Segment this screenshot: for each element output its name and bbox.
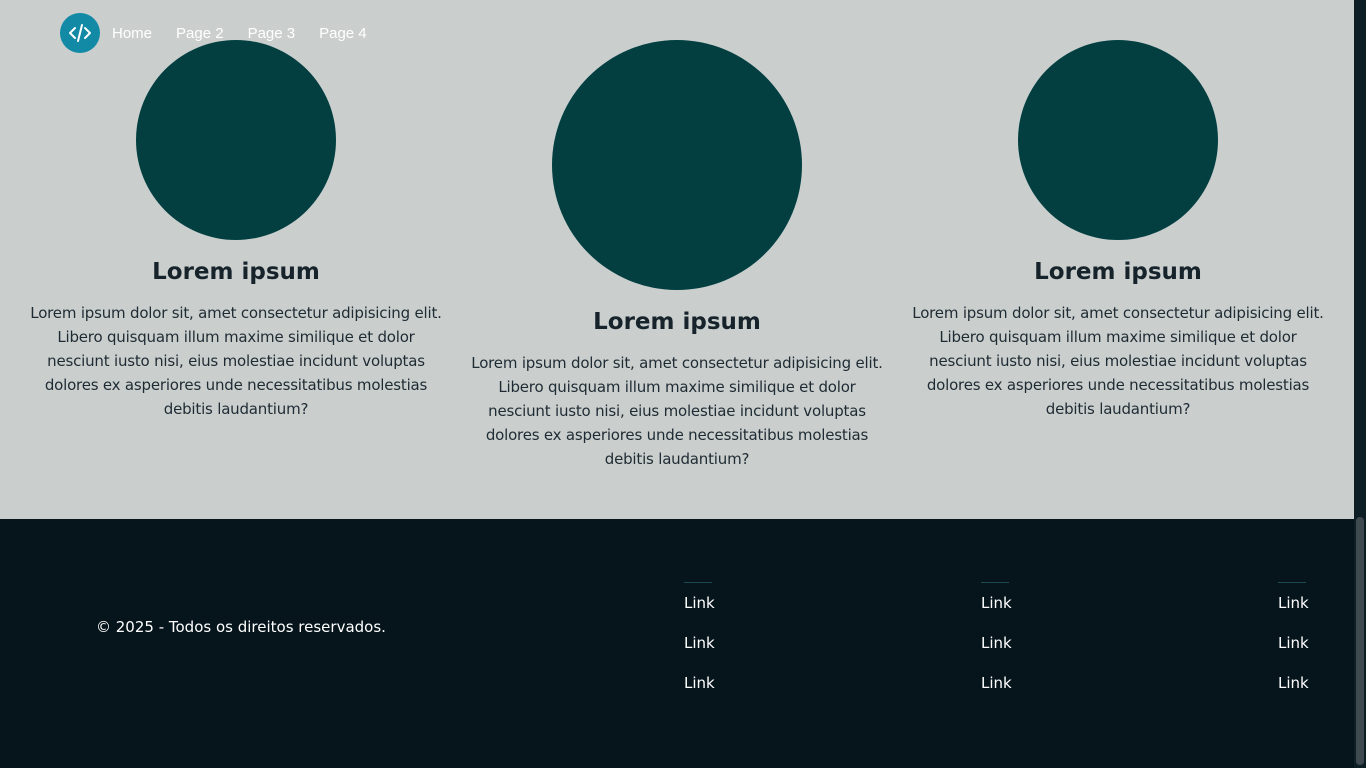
column-divider [684, 582, 712, 583]
column-divider [981, 582, 1009, 583]
page: Home Page 2 Page 3 Page 4 Lorem ipsum Lo… [0, 0, 1354, 768]
footer-link[interactable]: Link [684, 635, 715, 651]
card-image-placeholder [136, 40, 336, 240]
nav-item-home[interactable]: Home [112, 25, 152, 42]
footer-link[interactable]: Link [1278, 635, 1309, 651]
footer-link[interactable]: Link [981, 595, 1012, 611]
footer-link[interactable]: Link [981, 675, 1012, 691]
nav-item-page-2[interactable]: Page 2 [176, 25, 224, 42]
card-text: Lorem ipsum dolor sit, amet consectetur … [471, 354, 883, 468]
footer: © 2025 - Todos os direitos reservados. L… [0, 519, 1354, 768]
main-content: Home Page 2 Page 3 Page 4 Lorem ipsum Lo… [0, 0, 1354, 519]
feature-card: Lorem ipsum Lorem ipsum dolor sit, amet … [28, 40, 444, 421]
code-icon [69, 24, 91, 42]
footer-link-column: Link Link Link [981, 582, 1012, 715]
footer-link-column: Link Link Link [1278, 582, 1309, 715]
card-title: Lorem ipsum [1034, 259, 1202, 285]
card-image-placeholder [1018, 40, 1218, 240]
scrollbar-thumb[interactable] [1356, 517, 1364, 765]
feature-card: Lorem ipsum Lorem ipsum dolor sit, amet … [910, 40, 1326, 421]
footer-link[interactable]: Link [981, 635, 1012, 651]
nav-item-page-4[interactable]: Page 4 [319, 25, 367, 42]
card-text: Lorem ipsum dolor sit, amet consectetur … [912, 304, 1324, 418]
copyright-text: © 2025 - Todos os direitos reservados. [96, 618, 386, 636]
footer-link[interactable]: Link [1278, 595, 1309, 611]
feature-card: Lorem ipsum Lorem ipsum dolor sit, amet … [469, 40, 885, 471]
card-title: Lorem ipsum [593, 309, 761, 335]
top-nav: Home Page 2 Page 3 Page 4 [60, 13, 391, 53]
vertical-scrollbar[interactable] [1354, 0, 1366, 768]
nav-item-page-3[interactable]: Page 3 [248, 25, 296, 42]
card-text: Lorem ipsum dolor sit, amet consectetur … [30, 304, 442, 418]
footer-link[interactable]: Link [1278, 675, 1309, 691]
logo[interactable] [60, 13, 100, 53]
footer-link[interactable]: Link [684, 595, 715, 611]
footer-link[interactable]: Link [684, 675, 715, 691]
column-divider [1278, 582, 1306, 583]
card-image-placeholder [552, 40, 802, 290]
footer-link-column: Link Link Link [684, 582, 715, 715]
card-title: Lorem ipsum [152, 259, 320, 285]
